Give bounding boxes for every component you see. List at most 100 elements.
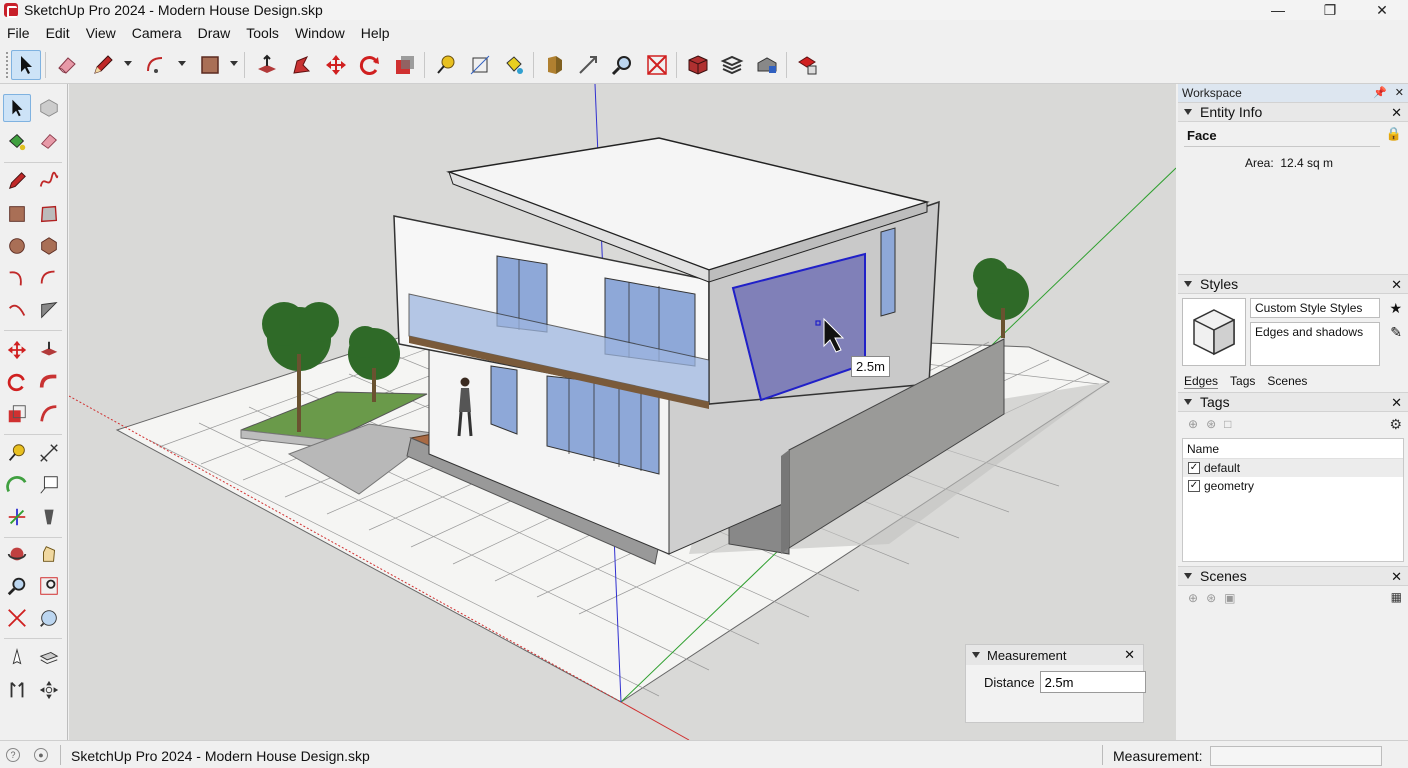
tape-measure-tool[interactable]	[3, 439, 31, 467]
arc-tool-button[interactable]	[141, 50, 171, 80]
entity-info-panel-header[interactable]: Entity Info ✕	[1178, 102, 1408, 122]
follow-me-tool[interactable]	[35, 368, 63, 396]
maximize-button[interactable]: ❐	[1304, 0, 1356, 20]
menu-camera[interactable]: Camera	[124, 22, 190, 44]
scenes-panel-header[interactable]: Scenes ✕	[1178, 566, 1408, 586]
menu-tools[interactable]: Tools	[238, 22, 287, 44]
menu-draw[interactable]: Draw	[190, 22, 239, 44]
dimension-tool[interactable]	[35, 439, 63, 467]
rectangle-tool-button[interactable]	[195, 50, 225, 80]
pin-icon[interactable]: 📌	[1373, 86, 1387, 99]
pan-tool[interactable]	[35, 540, 63, 568]
tape-measure-tool-button[interactable]	[431, 50, 461, 80]
geo-location-icon[interactable]: ?	[6, 748, 20, 762]
close-button[interactable]: ✕	[1356, 0, 1408, 20]
orbit-tool[interactable]	[3, 540, 31, 568]
eraser-tool[interactable]	[35, 127, 63, 155]
minimize-button[interactable]: —	[1252, 0, 1304, 20]
polygon-tool[interactable]	[35, 232, 63, 260]
orbit-tool-button[interactable]	[539, 50, 569, 80]
pencil-dropdown[interactable]	[124, 61, 132, 66]
tags-button[interactable]	[717, 50, 747, 80]
add-scene-icon[interactable]: ⊕	[1188, 591, 1198, 605]
tag-row[interactable]: ✓ default	[1183, 459, 1403, 477]
3d-viewport[interactable]: 2.5m Measurement ✕ Distance	[69, 84, 1176, 740]
rotate-tool[interactable]	[3, 368, 31, 396]
tag-visible-checkbox[interactable]: ✓	[1188, 480, 1200, 492]
scale-tool[interactable]	[3, 400, 31, 428]
close-icon[interactable]: ✕	[1391, 395, 1402, 411]
measurement-dialog-header[interactable]: Measurement ✕	[966, 645, 1143, 665]
menu-help[interactable]: Help	[353, 22, 398, 44]
dimension-tool-button[interactable]	[465, 50, 495, 80]
follow-me-tool-button[interactable]	[286, 50, 316, 80]
menu-edit[interactable]: Edit	[38, 22, 78, 44]
pie-tool[interactable]	[35, 296, 63, 324]
line-tool[interactable]	[3, 167, 31, 195]
move-tool-button[interactable]	[321, 50, 351, 80]
previous-view-tool[interactable]	[35, 604, 63, 632]
menu-file[interactable]: File	[0, 22, 38, 44]
position-camera-tool[interactable]	[3, 644, 31, 672]
zoom-extents-tool-button[interactable]	[642, 50, 672, 80]
eraser-tool-button[interactable]	[52, 50, 82, 80]
delete-tag-icon[interactable]: □	[1224, 417, 1231, 431]
section-plane-tool[interactable]	[35, 644, 63, 672]
3d-text-tool[interactable]	[35, 503, 63, 531]
text-tool[interactable]	[35, 471, 63, 499]
select-tool[interactable]	[3, 94, 31, 122]
measurement-box[interactable]	[1210, 746, 1382, 766]
push-pull-tool-button[interactable]	[252, 50, 282, 80]
update-scene-icon[interactable]: ⊛	[1206, 591, 1216, 605]
look-around-tool[interactable]	[35, 676, 63, 704]
style-thumbnail[interactable]	[1182, 298, 1246, 366]
zoom-tool-button[interactable]	[607, 50, 637, 80]
paint-bucket-tool-button[interactable]	[499, 50, 529, 80]
tab-tags[interactable]: Tags	[1230, 374, 1255, 388]
move-tool[interactable]	[3, 336, 31, 364]
zoom-tool[interactable]	[3, 572, 31, 600]
distance-input[interactable]	[1039, 671, 1146, 693]
add-folder-icon[interactable]: ⊛	[1206, 417, 1216, 431]
circle-tool[interactable]	[3, 232, 31, 260]
protractor-tool[interactable]	[3, 471, 31, 499]
close-icon[interactable]: ✕	[1391, 569, 1402, 585]
close-icon[interactable]: ✕	[1395, 86, 1404, 99]
scene-options-icon[interactable]: ▦	[1391, 590, 1402, 604]
create-style-icon[interactable]: ★	[1389, 300, 1402, 317]
tab-scenes[interactable]: Scenes	[1267, 374, 1307, 388]
offset-tool-button[interactable]	[390, 50, 420, 80]
styles-panel-header[interactable]: Styles ✕	[1178, 274, 1408, 294]
lock-icon[interactable]: 🔒	[1386, 126, 1402, 142]
tag-row[interactable]: ✓ geometry	[1183, 477, 1403, 495]
style-name-field[interactable]: Custom Style Styles	[1250, 298, 1380, 318]
rotate-tool-button[interactable]	[355, 50, 385, 80]
close-icon[interactable]: ✕	[1124, 647, 1135, 663]
arc-dropdown[interactable]	[178, 61, 186, 66]
style-description-field[interactable]: Edges and shadows	[1250, 322, 1380, 366]
scene-folder-icon[interactable]: ▣	[1224, 591, 1235, 605]
select-tool-button[interactable]	[11, 50, 41, 80]
paint-bucket-tool[interactable]	[3, 127, 31, 155]
component-button[interactable]	[683, 50, 713, 80]
axes-tool[interactable]	[3, 503, 31, 531]
tags-panel-header[interactable]: Tags ✕	[1178, 392, 1408, 412]
warehouse-button[interactable]	[752, 50, 782, 80]
add-tag-icon[interactable]: ⊕	[1188, 417, 1198, 431]
close-icon[interactable]: ✕	[1391, 277, 1402, 293]
zoom-extents-tool[interactable]	[3, 604, 31, 632]
walk-tool[interactable]	[3, 676, 31, 704]
pan-tool-button[interactable]	[573, 50, 603, 80]
toolbar-grip[interactable]	[6, 52, 9, 78]
make-component-tool[interactable]	[35, 94, 63, 122]
rectangle-dropdown[interactable]	[230, 61, 238, 66]
tab-edges[interactable]: Edges	[1184, 374, 1219, 389]
rotated-rectangle-tool[interactable]	[35, 200, 63, 228]
tag-visible-checkbox[interactable]: ✓	[1188, 462, 1200, 474]
three-point-arc-tool[interactable]	[3, 296, 31, 324]
menu-view[interactable]: View	[78, 22, 124, 44]
tags-column-header[interactable]: Name	[1183, 439, 1403, 459]
gear-icon[interactable]: ⚙	[1389, 416, 1402, 433]
rectangle-tool[interactable]	[3, 200, 31, 228]
menu-window[interactable]: Window	[287, 22, 353, 44]
